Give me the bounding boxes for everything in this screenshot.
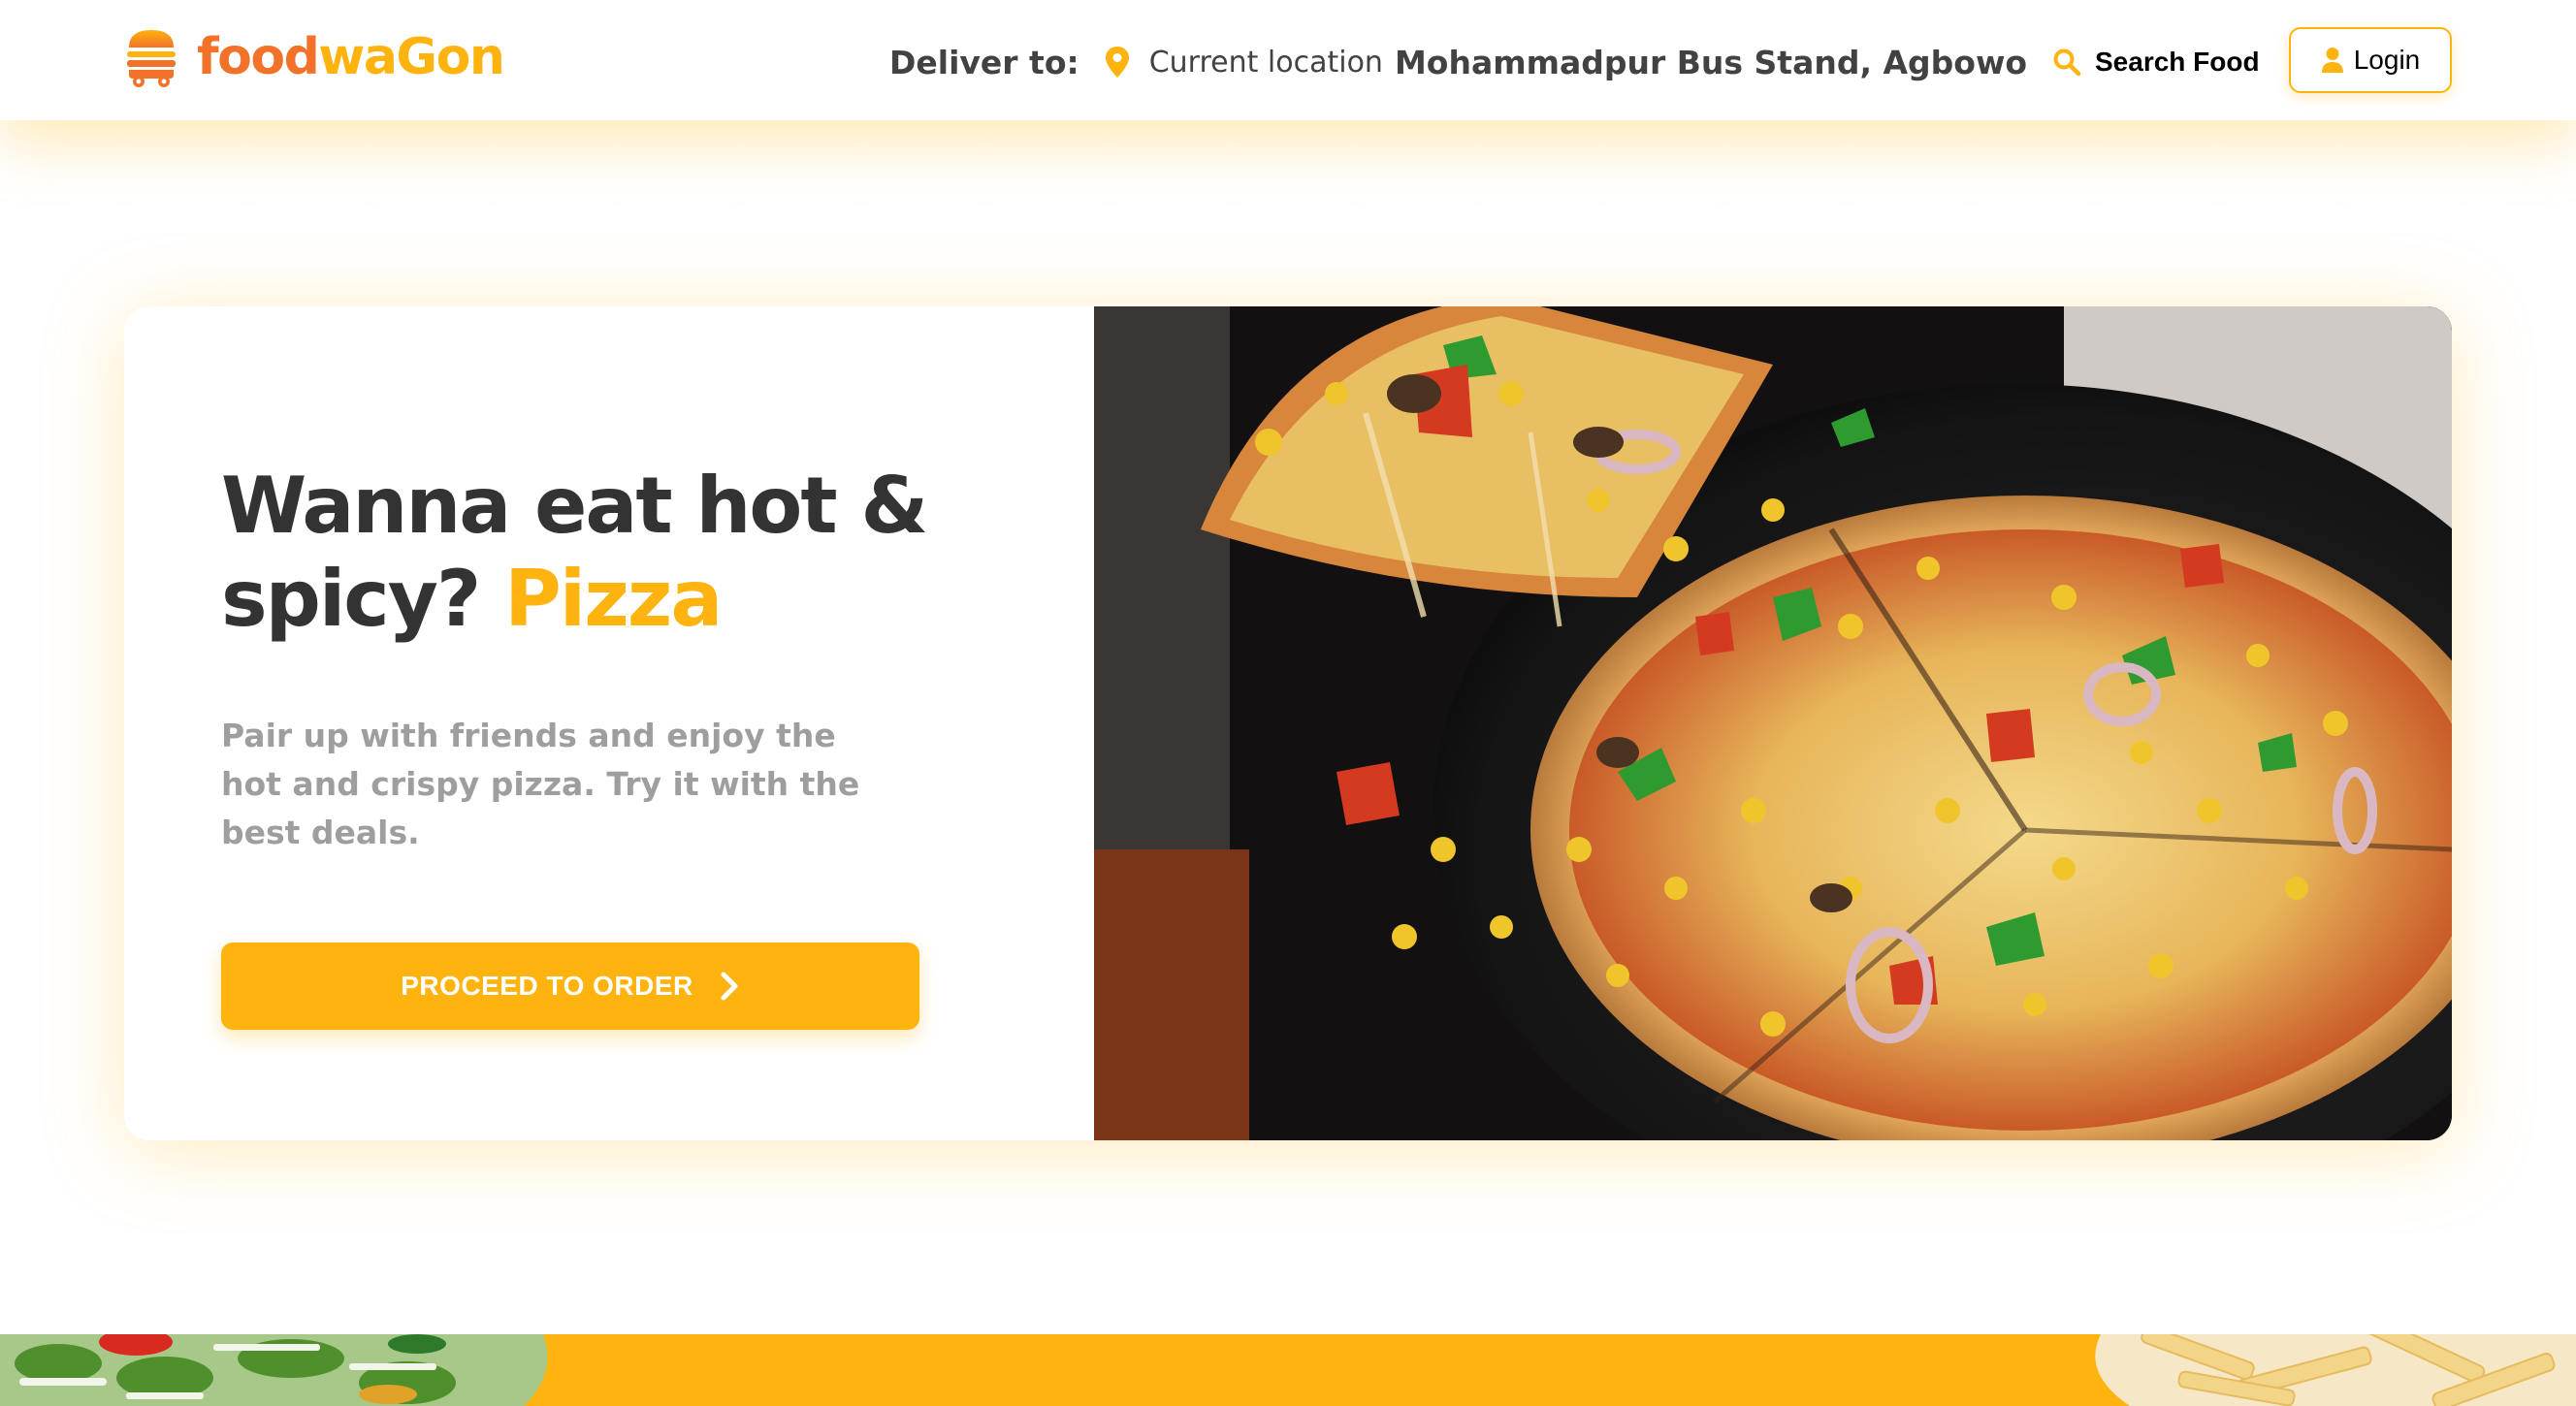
hero-title: Wanna eat hot & spicy? Pizza [221, 460, 958, 646]
delivery-address: Mohammadpur Bus Stand, Agbowo [1394, 43, 2028, 81]
proceed-to-order-label: PROCEED TO ORDER [401, 971, 693, 1001]
hero-banner: Wanna eat hot & spicy? Pizza Pair up wit… [124, 306, 2452, 1140]
login-button[interactable]: Login [2289, 27, 2452, 93]
hero-description: Pair up with friends and enjoy the hot a… [221, 717, 860, 851]
proceed-to-order-button[interactable]: PROCEED TO ORDER [221, 943, 919, 1030]
user-icon [2321, 48, 2343, 73]
search-food-label: Search Food [2095, 47, 2260, 77]
logo[interactable]: foodwaGon [123, 25, 505, 89]
delivery-location[interactable]: Deliver to: Current location Mohammadpur… [889, 39, 2027, 85]
logo-text-food: food [197, 28, 320, 86]
map-pin-icon [1105, 47, 1129, 78]
search-icon [2053, 48, 2081, 77]
salad-photo [0, 1334, 548, 1406]
current-location-label: Current location [1148, 45, 1383, 80]
deliver-to-label: Deliver to: [889, 43, 1079, 81]
chevron-right-icon [721, 972, 738, 1001]
top-navbar: foodwaGon Deliver to: Current location M… [0, 0, 2576, 120]
pizza-photo [1094, 306, 2452, 1140]
next-section-banner [0, 1334, 2576, 1406]
hero-title-accent: Pizza [504, 554, 723, 644]
logo-text-wagon: waGon [318, 28, 505, 86]
logo-text: foodwaGon [197, 32, 505, 82]
login-label: Login [2353, 45, 2421, 75]
hero-image-panel [1094, 306, 2452, 1140]
hero-text-panel: Wanna eat hot & spicy? Pizza Pair up wit… [124, 306, 1094, 1140]
search-food-button[interactable]: Search Food [2052, 42, 2260, 82]
burger-icon [127, 30, 176, 87]
fries-photo [2095, 1334, 2576, 1406]
